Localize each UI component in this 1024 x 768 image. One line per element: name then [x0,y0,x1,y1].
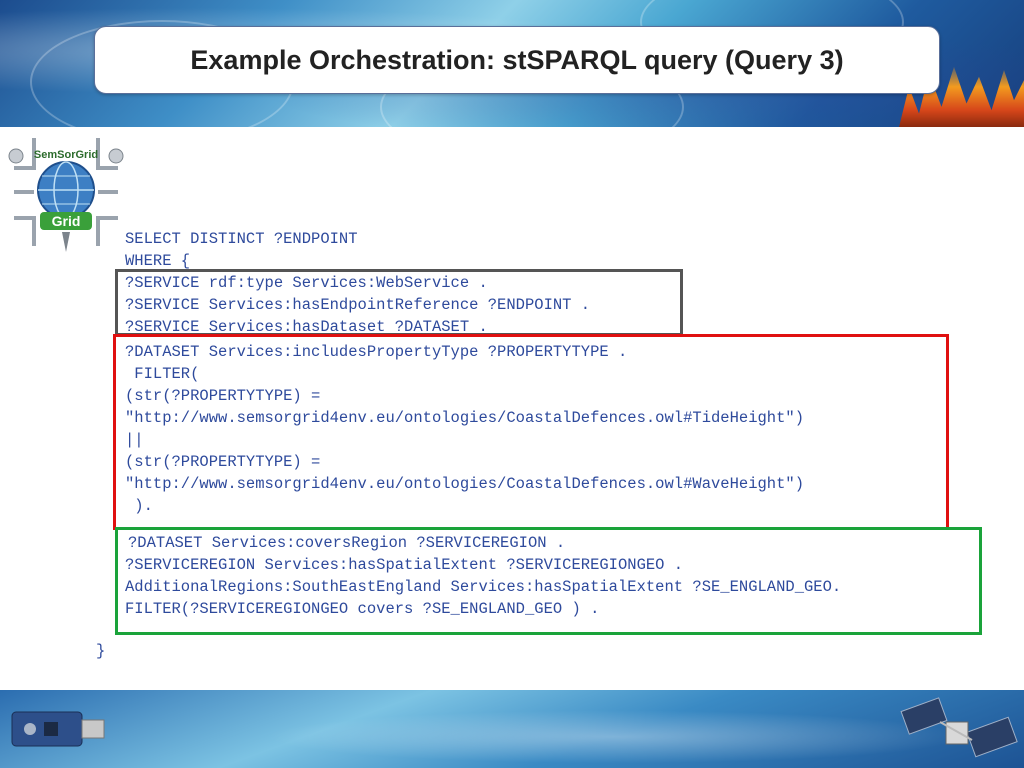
code-line-5: FILTER( [125,365,200,383]
slide-title: Example Orchestration: stSPARQL query (Q… [190,44,844,75]
satellite-icon [900,697,1018,758]
code-line-15: FILTER(?SERVICEREGIONGEO covers ?SE_ENGL… [125,600,600,618]
service-triples-box [115,269,683,336]
code-line-12: ?DATASET Services:coversRegion ?SERVICER… [128,534,566,552]
logo-text-top: SemSorGrid [34,149,98,161]
code-line-8: || [125,431,144,449]
code-line-7: "http://www.semsorgrid4env.eu/ontologies… [125,409,805,427]
code-line-11: ). [125,497,153,515]
code-line-6: (str(?PROPERTYTYPE) = [125,387,321,405]
code-line-4: ?DATASET Services:includesPropertyType ?… [125,343,628,361]
logo-text-banner: Grid [52,213,81,229]
footer-background [0,690,1024,768]
title-box: Example Orchestration: stSPARQL query (Q… [94,26,940,94]
code-closing-brace: } [96,642,106,660]
code-line-14: AdditionalRegions:SouthEastEngland Servi… [125,578,842,596]
property-filter-box [113,334,949,530]
code-line-10: "http://www.semsorgrid4env.eu/ontologies… [125,475,805,493]
usb-sensor-icon [11,711,105,747]
code-line-9: (str(?PROPERTYTYPE) = [125,453,321,471]
code-select-line: SELECT DISTINCT ?ENDPOINT [125,230,358,248]
semsorgrid-logo: SemSorGrid Grid [8,138,124,252]
code-line-13: ?SERVICEREGION Services:hasSpatialExtent… [125,556,684,574]
